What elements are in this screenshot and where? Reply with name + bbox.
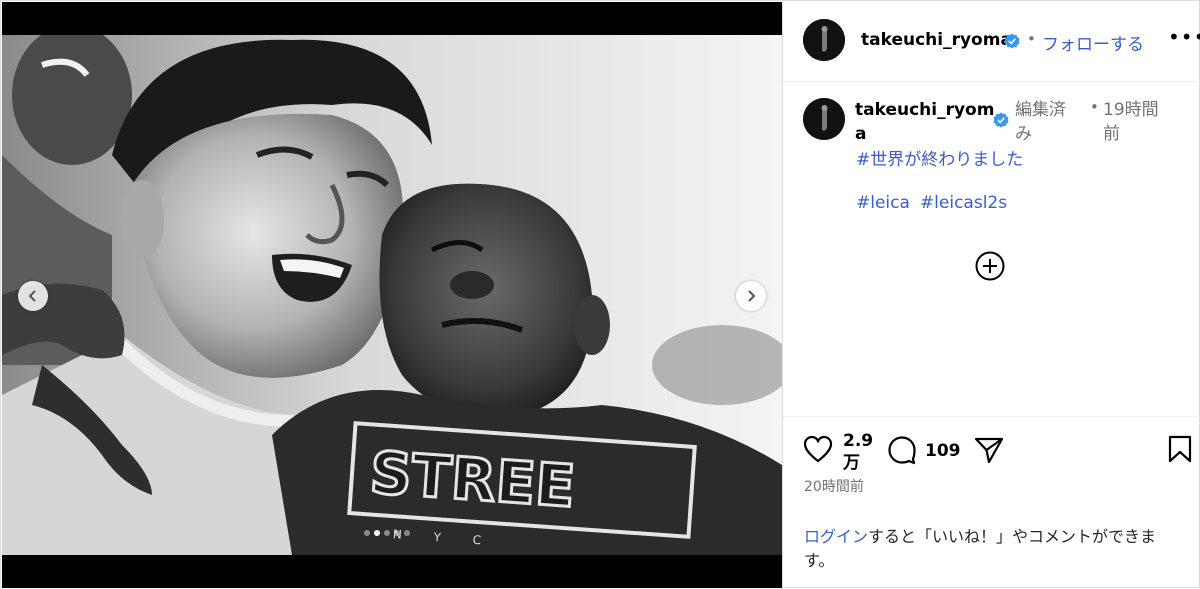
post-caption: takeuchi_ryoma 編集済み • 19時間前 #世界が終わりました #… [783,82,1200,417]
edited-label: 編集済み [1015,100,1066,144]
caption-separator: • [1090,98,1099,116]
post-dialog: STREE N Y C takeuchi_ryoma • フォローする •• t… [0,0,1200,589]
follow-button[interactable]: フォローする [1042,30,1144,55]
posted-time[interactable]: 20時間前 [804,476,864,496]
likes-count[interactable]: 2.9万 [843,430,883,474]
hashtag-link[interactable]: #世界が終わりました [856,145,1023,170]
avatar-image [803,98,845,140]
post-photo: STREE N Y C [2,35,782,555]
carousel-next-button[interactable] [736,281,766,311]
avatar[interactable] [803,19,845,61]
carousel-dots [364,530,410,536]
carousel-dot [394,530,400,536]
post-media: STREE N Y C [2,2,782,588]
comment-icon[interactable] [887,435,917,465]
more-options-icon[interactable]: ••• [1168,25,1200,49]
carousel-prev-button[interactable] [18,281,48,311]
bookmark-icon[interactable] [1168,435,1192,463]
verified-badge-icon [993,112,1009,128]
login-prompt: ログインすると「いいね！」やコメントができます。 [804,525,1184,573]
post-sidebar: takeuchi_ryoma • フォローする ••• takeuchi_ryo… [782,1,1200,589]
login-link[interactable]: ログイン [804,527,868,546]
hashtag-list: #leica #leicasl2s [856,193,1007,213]
caption-time[interactable]: 19時間前 [1103,98,1167,146]
username-link[interactable]: takeuchi_ryoma [861,30,1012,50]
avatar-image [803,19,845,61]
share-icon[interactable] [974,436,1004,464]
shirt-print-text: STREE [368,438,577,520]
caption-avatar[interactable] [803,98,845,140]
carousel-dot [364,530,370,536]
caption-username-link[interactable]: takeuchi_ryoma [855,98,995,146]
verified-badge-icon [1004,33,1020,49]
post-header: takeuchi_ryoma • フォローする ••• [783,1,1200,82]
hashtag-link[interactable]: #leicasl2s [920,193,1007,213]
comments-count[interactable]: 109 [925,441,961,461]
post-actions: 2.9万 109 20時間前 ログインすると「いいね！」やコメントができます。 [783,417,1200,589]
carousel-dot [384,530,390,536]
add-circle-icon[interactable] [974,250,1006,282]
photo-image: STREE N Y C [2,35,782,555]
chevron-left-icon [28,290,36,302]
heart-icon[interactable] [803,435,833,463]
chevron-right-icon [748,290,756,302]
carousel-dot [374,530,380,536]
hashtag-link[interactable]: #leica [856,193,910,213]
header-separator: • [1027,30,1036,48]
carousel-dot [404,530,410,536]
